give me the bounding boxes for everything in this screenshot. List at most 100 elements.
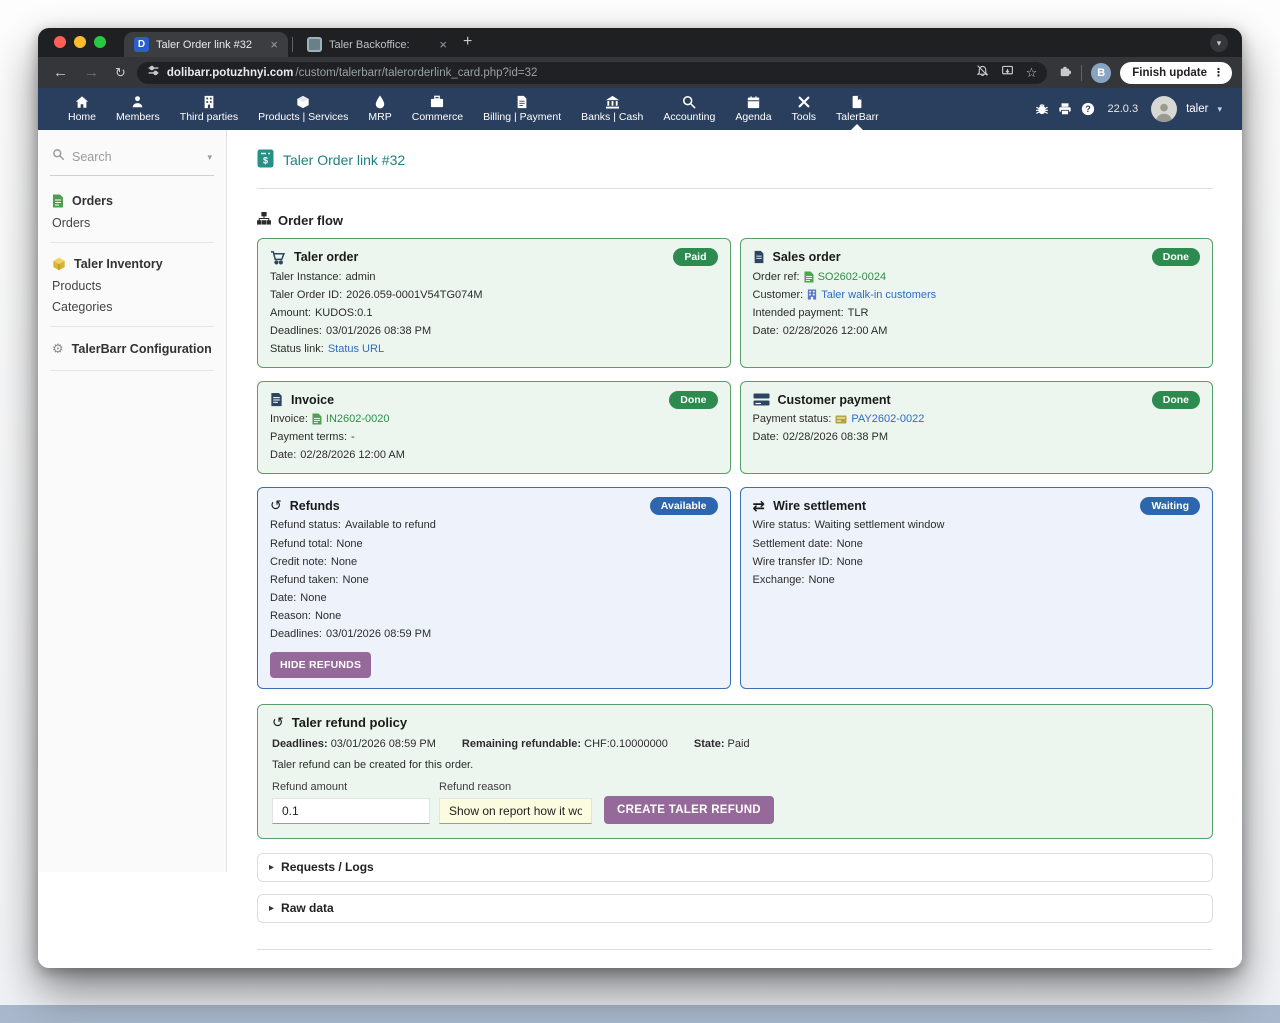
sidebar-item-categories[interactable]: Categories (50, 295, 214, 316)
card-field: Refund taken:None (270, 573, 718, 588)
refund-amount-input[interactable] (272, 798, 430, 824)
minimize-window-button[interactable] (74, 36, 86, 48)
payment-olive-icon (835, 415, 847, 424)
card-field: Date:02/28/2026 08:38 PM (753, 430, 1201, 445)
field-value: Available to refund (345, 518, 436, 533)
card-header: Sales orderDone (753, 248, 1201, 266)
card-field: Invoice:IN2602-0020 (270, 412, 718, 427)
field-label: Payment terms: (270, 430, 347, 445)
status-badge: Done (1152, 248, 1200, 266)
field-value: - (351, 430, 355, 445)
policy-summary-value: Paid (728, 738, 750, 750)
search-input[interactable] (72, 150, 180, 164)
company-icon (807, 289, 817, 300)
address-bar[interactable]: dolibarr.potuzhnyi.com /custom/talerbarr… (137, 62, 1047, 84)
sidebar-search[interactable]: ▾ (50, 144, 214, 176)
username-label[interactable]: taler (1186, 103, 1208, 115)
finish-update-button[interactable]: Finish update ⋮ (1120, 62, 1232, 84)
field-label: Reason: (270, 609, 311, 624)
nav-item-label: Third parties (180, 111, 238, 123)
field-value: None (331, 555, 357, 570)
card-field: Reason:None (270, 609, 718, 624)
bottom-divider (257, 949, 1213, 950)
create-taler-refund-button[interactable]: CREATE TALER REFUND (604, 796, 774, 824)
field-value-link[interactable]: IN2602-0020 (326, 412, 390, 427)
accounting-icon (682, 95, 696, 109)
accordion-raw-data[interactable]: ▸Raw data (257, 894, 1213, 923)
taler-order-doc-icon: $ (257, 149, 274, 171)
field-value-link[interactable]: PAY2602-0022 (851, 412, 924, 427)
field-value: 2026.059-0001V54TG074M (346, 288, 482, 303)
print-icon[interactable] (1058, 102, 1072, 116)
field-value-link[interactable]: SO2602-0024 (818, 270, 887, 285)
nav-item-members[interactable]: Members (106, 88, 170, 130)
refund-reason-input[interactable] (439, 798, 592, 824)
install-page-icon[interactable] (1001, 64, 1014, 82)
sidebar-item-products[interactable]: Products (50, 274, 214, 295)
back-button[interactable]: ← (48, 64, 73, 81)
maximize-window-button[interactable] (94, 36, 106, 48)
card-field: Deadlines:03/01/2026 08:38 PM (270, 324, 718, 339)
new-tab-button[interactable]: + (457, 33, 482, 57)
browser-tab[interactable]: Taler Backoffice:× (297, 32, 457, 57)
nav-item-home[interactable]: Home (58, 88, 106, 130)
bookmark-star-icon[interactable]: ☆ (1026, 65, 1038, 81)
sidebar-section-title-orders[interactable]: Orders (50, 192, 214, 211)
help-icon[interactable]: ? (1081, 102, 1095, 116)
tune-icon[interactable] (147, 64, 160, 82)
card-customer-payment: Customer paymentDonePayment status:PAY26… (740, 381, 1214, 474)
search-dropdown-caret-icon[interactable]: ▾ (207, 152, 212, 163)
browser-menu-icon[interactable]: ⋮ (1213, 66, 1224, 79)
tab-close-icon[interactable]: × (439, 38, 447, 51)
nav-item-third-parties[interactable]: Third parties (170, 88, 248, 130)
desktop-bottom-strip (0, 1005, 1280, 1023)
accordion-requests-logs[interactable]: ▸Requests / Logs (257, 853, 1213, 882)
sidebar-section-title-label: Orders (72, 194, 113, 208)
field-value: 02/28/2026 12:00 AM (783, 324, 888, 339)
nav-item-accounting[interactable]: Accounting (653, 88, 725, 130)
status-badge: Paid (673, 248, 717, 266)
policy-summary-item: Remaining refundable: CHF:0.10000000 (462, 738, 668, 750)
browser-tab-strip: DTaler Order link #32× Taler Backoffice:×… (38, 28, 1242, 57)
main-content: $ Taler Order link #32 Order flow Taler … (227, 130, 1242, 968)
sidebar-section-title-talerbarr-configuration[interactable]: ⚙TalerBarr Configuration (50, 339, 214, 360)
policy-summary-item: Deadlines: 03/01/2026 08:59 PM (272, 738, 436, 750)
field-label: Amount: (270, 306, 311, 321)
finish-update-label: Finish update (1132, 67, 1207, 79)
field-value-link[interactable]: Status URL (328, 342, 384, 357)
order-flow-title-text: Order flow (278, 213, 343, 228)
browser-tab[interactable]: DTaler Order link #32× (124, 32, 288, 57)
nav-item-products-services[interactable]: Products | Services (248, 88, 358, 130)
user-menu-chevron-icon[interactable]: ▾ (1217, 104, 1222, 115)
tools-icon (797, 95, 811, 109)
debug-bug-icon[interactable] (1035, 102, 1049, 116)
user-avatar[interactable] (1151, 96, 1177, 122)
nav-item-tools[interactable]: Tools (782, 88, 827, 130)
browser-window: DTaler Order link #32× Taler Backoffice:×… (38, 28, 1242, 968)
tab-close-icon[interactable]: × (270, 38, 278, 51)
nav-item-commerce[interactable]: Commerce (402, 88, 473, 130)
extensions-puzzle-icon[interactable] (1057, 63, 1072, 83)
browser-profile-avatar[interactable]: B (1091, 63, 1111, 83)
talerbarr-icon (851, 95, 863, 109)
nav-item-talerbarr[interactable]: TalerBarr (826, 88, 889, 130)
nav-item-banks-cash[interactable]: Banks | Cash (571, 88, 653, 130)
nav-item-label: Banks | Cash (581, 111, 643, 123)
field-value-link[interactable]: Taler walk-in customers (821, 288, 936, 303)
field-label: Date: (753, 430, 779, 445)
hide-refunds-button[interactable]: HIDE REFUNDS (270, 652, 371, 678)
accordion-arrow-icon: ▸ (269, 862, 274, 873)
nav-item-mrp[interactable]: MRP (358, 88, 401, 130)
status-badge: Done (669, 391, 717, 409)
sidebar-section-title-taler-inventory[interactable]: Taler Inventory (50, 255, 214, 274)
tab-search-button[interactable]: ▾ (1210, 34, 1228, 52)
sidebar-item-orders[interactable]: Orders (50, 211, 214, 232)
forward-button[interactable]: → (79, 64, 104, 81)
close-window-button[interactable] (54, 36, 66, 48)
nav-item-agenda[interactable]: Agenda (725, 88, 781, 130)
nav-item-billing-payment[interactable]: Billing | Payment (473, 88, 571, 130)
policy-summary-value: CHF:0.10000000 (584, 738, 668, 750)
reload-button[interactable]: ↻ (110, 65, 131, 81)
sidebar-section-title-label: TalerBarr Configuration (72, 342, 212, 356)
notifications-off-icon[interactable] (976, 64, 989, 82)
